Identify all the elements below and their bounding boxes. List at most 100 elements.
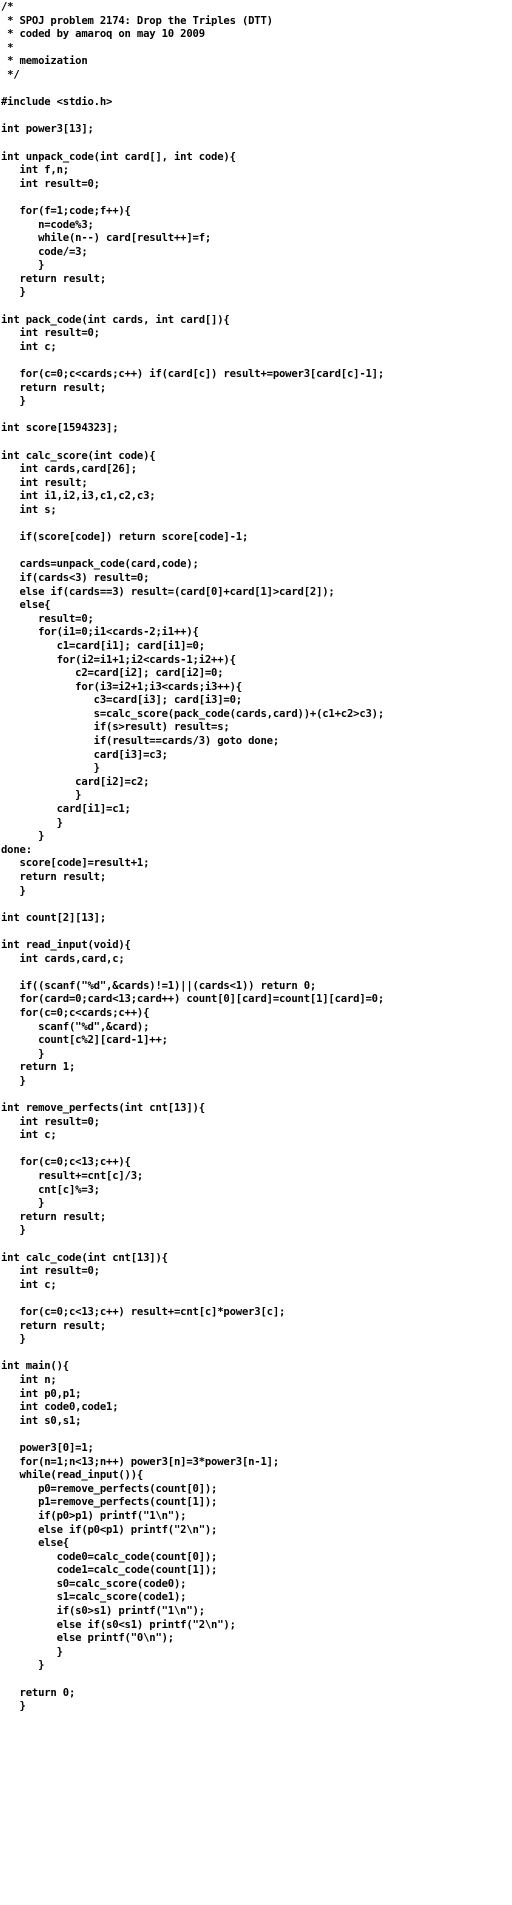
- code-line: cards=unpack_code(card,code);: [1, 558, 199, 571]
- code-line: s0=calc_score(code0);: [1, 1577, 187, 1590]
- code-line: for(i1=0;i1<cards-2;i1++){: [1, 626, 199, 639]
- code-line: count[c%2][card-1]++;: [1, 1034, 168, 1047]
- code-line: int f,n;: [1, 164, 70, 177]
- code-line: }: [1, 762, 100, 775]
- code-line: }: [1, 816, 63, 829]
- code-line: while(n--) card[result++]=f;: [1, 232, 212, 245]
- code-line: #include <stdio.h>: [1, 96, 113, 109]
- code-line: }: [1, 1645, 63, 1658]
- code-line: int result;: [1, 476, 88, 489]
- code-line: }: [1, 259, 45, 272]
- code-line: int n;: [1, 1373, 57, 1386]
- code-line: for(f=1;code;f++){: [1, 204, 131, 217]
- code-line: int s0,s1;: [1, 1414, 82, 1427]
- code-line: int pack_code(int cards, int card[]){: [1, 313, 230, 326]
- code-line: }: [1, 1333, 26, 1346]
- code-line: if(s0>s1) printf("1\n");: [1, 1605, 205, 1618]
- code-listing: /* * SPOJ problem 2174: Drop the Triples…: [0, 0, 511, 1904]
- code-line: score[code]=result+1;: [1, 857, 150, 870]
- code-line: p1=remove_perfects(count[1]);: [1, 1496, 218, 1509]
- code-line: code/=3;: [1, 245, 88, 258]
- code-line: int main(){: [1, 1360, 69, 1373]
- code-line: code1=calc_code(count[1]);: [1, 1564, 218, 1577]
- code-line: else printf("0\n");: [1, 1632, 175, 1645]
- code-line: return result;: [1, 1210, 107, 1223]
- code-line: done:: [1, 843, 32, 856]
- code-line: code0=calc_code(count[0]);: [1, 1550, 218, 1563]
- code-line: p0=remove_perfects(count[0]);: [1, 1482, 218, 1495]
- code-line: }: [1, 884, 26, 897]
- code-line: while(read_input()){: [1, 1469, 144, 1482]
- code-line: c1=card[i1]; card[i1]=0;: [1, 639, 205, 652]
- code-line: card[i3]=c3;: [1, 748, 168, 761]
- code-line: for(c=0;c<cards;c++) if(card[c]) result+…: [1, 368, 385, 381]
- code-line: * SPOJ problem 2174: Drop the Triples (D…: [1, 14, 273, 27]
- code-line: }: [1, 1074, 26, 1087]
- code-line: * coded by amaroq on may 10 2009: [1, 28, 205, 41]
- code-line: }: [1, 1197, 45, 1210]
- code-line: scanf("%d",&card);: [1, 1020, 150, 1033]
- code-line: int cards,card[26];: [1, 463, 138, 476]
- code-line: n=code%3;: [1, 218, 94, 231]
- code-line: int power3[13];: [1, 123, 94, 136]
- code-line: for(c=0;c<cards;c++){: [1, 1006, 150, 1019]
- code-line: }: [1, 1224, 26, 1237]
- code-line: return result;: [1, 381, 107, 394]
- code-line: return 1;: [1, 1061, 76, 1074]
- code-line: int s;: [1, 503, 57, 516]
- code-line: int cards,card,c;: [1, 952, 125, 965]
- code-line: else if(p0<p1) printf("2\n");: [1, 1523, 218, 1536]
- code-line: }: [1, 789, 82, 802]
- code-line: for(c=0;c<13;c++){: [1, 1156, 131, 1169]
- code-line: int result=0;: [1, 1265, 101, 1278]
- code-line: return result;: [1, 1319, 107, 1332]
- code-line: int result=0;: [1, 177, 101, 190]
- code-line: else{: [1, 599, 51, 612]
- code-line: cnt[c]%=3;: [1, 1183, 100, 1196]
- code-line: }: [1, 1700, 26, 1713]
- code-line: int c;: [1, 340, 57, 353]
- code-line: }: [1, 830, 45, 843]
- code-line: if(score[code]) return score[code]-1;: [1, 531, 249, 544]
- code-line: int c;: [1, 1129, 57, 1142]
- code-line: else if(s0<s1) printf("2\n");: [1, 1618, 236, 1631]
- code-line: s=calc_score(pack_code(cards,card))+(c1+…: [1, 707, 385, 720]
- code-line: *: [1, 41, 14, 54]
- code-line: result=0;: [1, 612, 94, 625]
- code-line: s1=calc_score(code1);: [1, 1591, 187, 1604]
- code-line: int calc_code(int cnt[13]){: [1, 1251, 168, 1264]
- code-line: if(result==cards/3) goto done;: [1, 735, 280, 748]
- code-line: for(card=0;card<13;card++) count[0][card…: [1, 993, 385, 1006]
- code-line: */: [1, 68, 20, 81]
- code-line: int result=0;: [1, 327, 101, 340]
- code-line: return 0;: [1, 1686, 76, 1699]
- code-line: card[i2]=c2;: [1, 775, 150, 788]
- code-line: result+=cnt[c]/3;: [1, 1170, 144, 1183]
- code-line: int remove_perfects(int cnt[13]){: [1, 1102, 205, 1115]
- code-line: card[i1]=c1;: [1, 803, 131, 816]
- code-line: int read_input(void){: [1, 938, 131, 951]
- code-line: for(c=0;c<13;c++) result+=cnt[c]*power3[…: [1, 1306, 286, 1318]
- code-line: if((scanf("%d",&cards)!=1)||(cards<1)) r…: [1, 979, 317, 992]
- code-line: int unpack_code(int card[], int code){: [1, 150, 236, 163]
- code-line: int result=0;: [1, 1115, 101, 1128]
